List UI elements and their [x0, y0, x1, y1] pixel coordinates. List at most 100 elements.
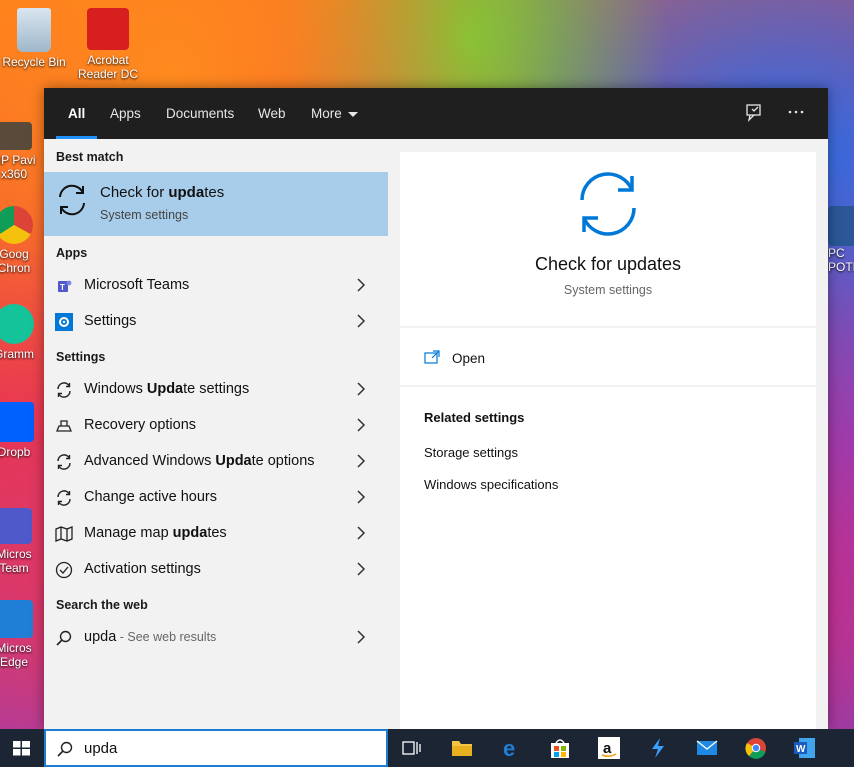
chevron-right-icon[interactable]: [356, 314, 366, 328]
section-apps: Apps: [56, 246, 88, 260]
tab-apps[interactable]: Apps: [110, 88, 141, 139]
result-activation-settings[interactable]: Activation settings: [44, 552, 388, 588]
label-part: Windows: [84, 381, 147, 397]
sync-icon: [55, 381, 73, 399]
result-manage-map-updates[interactable]: Manage map updates: [44, 516, 388, 552]
web-query: upda: [84, 629, 117, 645]
result-change-active-hours[interactable]: Change active hours: [44, 480, 388, 516]
result-windows-update-settings[interactable]: Windows Update settings: [44, 372, 388, 408]
dropbox-icon: [0, 402, 34, 442]
search-input[interactable]: [84, 736, 374, 760]
label-part: Change active hours: [84, 489, 217, 505]
search-flyout: All Apps Documents Web More Best match C…: [44, 88, 828, 729]
label-part: Recovery options: [84, 417, 197, 433]
amazon-icon[interactable]: a: [597, 736, 621, 760]
chevron-right-icon[interactable]: [356, 278, 366, 292]
feedback-icon[interactable]: [742, 102, 766, 126]
desktop-icon-label: Dropb: [0, 445, 31, 459]
chevron-right-icon[interactable]: [356, 630, 366, 644]
result-label: Settings: [84, 313, 137, 329]
taskbar-search-box[interactable]: [44, 729, 388, 767]
results-pane: Best match Check for updates System sett…: [44, 139, 388, 729]
desktop-icon-label: Acrobat Reader DC: [77, 53, 139, 81]
grammarly-icon: [0, 304, 34, 344]
result-microsoft-teams[interactable]: T Microsoft Teams: [44, 268, 388, 304]
label-part: te options: [251, 453, 315, 469]
sync-icon: [55, 453, 73, 471]
best-match-result[interactable]: Check for updates System settings: [44, 172, 388, 236]
result-label: Microsoft Teams: [84, 277, 190, 293]
more-options-icon[interactable]: [784, 102, 808, 126]
file-explorer-icon[interactable]: [450, 736, 474, 760]
result-label: Change active hours: [84, 489, 217, 505]
result-label: Windows Update settings: [84, 381, 249, 397]
preview-pane: Check for updates System settings Open R…: [400, 152, 816, 729]
desktop-icon-label: Goog Chron: [0, 247, 31, 275]
preview-subtitle: System settings: [563, 283, 653, 297]
desktop-icon-label: Recycle Bin: [2, 55, 66, 69]
tab-more[interactable]: More: [311, 88, 358, 139]
desktop-icon-word-doc[interactable]: PC POTRI: [828, 206, 854, 274]
chrome-icon[interactable]: [744, 736, 768, 760]
desktop-icon-chrome[interactable]: Goog Chron: [0, 206, 44, 275]
title-match: upda: [168, 184, 205, 201]
store-icon[interactable]: [548, 736, 572, 760]
section-settings: Settings: [56, 350, 106, 364]
label-part: Advanced Windows: [84, 453, 216, 469]
edge-icon[interactable]: e: [500, 736, 524, 761]
result-advanced-windows-update-options[interactable]: Advanced Windows Update options: [44, 444, 388, 480]
desktop-icon-grammarly[interactable]: Gramm: [0, 304, 44, 361]
app-icon[interactable]: [646, 736, 670, 760]
tab-web[interactable]: Web: [258, 88, 286, 139]
recovery-icon: [55, 417, 73, 435]
desktop-icon-acrobat[interactable]: Acrobat Reader DC: [70, 8, 146, 81]
tab-more-label: More: [311, 106, 342, 121]
title-part: Check for: [100, 184, 169, 201]
check-circle-icon: [55, 561, 73, 579]
result-settings-app[interactable]: Settings: [44, 304, 388, 340]
search-tab-bar: All Apps Documents Web More: [44, 88, 828, 139]
section-search-the-web: Search the web: [56, 598, 148, 612]
windows-logo-icon: [13, 741, 30, 756]
result-label: Activation settings: [84, 561, 201, 577]
tab-all[interactable]: All: [55, 88, 98, 139]
result-web-search[interactable]: upda - See web results: [44, 620, 388, 656]
open-icon: [424, 350, 440, 364]
task-view-icon[interactable]: [399, 736, 423, 760]
desktop-icon-label: Micros Team: [0, 547, 32, 575]
related-link-storage-settings[interactable]: Storage settings: [424, 445, 518, 460]
result-recovery-options[interactable]: Recovery options: [44, 408, 388, 444]
desktop-icon-teams[interactable]: Micros Team: [0, 508, 44, 575]
start-button[interactable]: [0, 729, 44, 767]
chevron-right-icon[interactable]: [356, 454, 366, 468]
chevron-right-icon[interactable]: [356, 382, 366, 396]
label-part: Activation settings: [84, 561, 201, 577]
best-match-subtitle: System settings: [100, 208, 189, 222]
mail-icon[interactable]: [695, 736, 719, 760]
settings-gear-icon: [55, 313, 73, 331]
word-doc-icon: [828, 206, 854, 246]
sync-icon: [574, 170, 642, 238]
acrobat-icon: [87, 8, 129, 50]
chevron-down-icon: [347, 111, 358, 117]
related-link-windows-specifications[interactable]: Windows specifications: [424, 477, 558, 492]
teams-icon: T: [55, 277, 73, 295]
desktop-icon-label: Micros Edge: [0, 641, 32, 669]
chevron-right-icon[interactable]: [356, 418, 366, 432]
chevron-right-icon[interactable]: [356, 490, 366, 504]
desktop-icon-recycle-bin[interactable]: Recycle Bin: [0, 8, 72, 69]
chevron-right-icon[interactable]: [356, 562, 366, 576]
desktop-icon-dropbox[interactable]: Dropb: [0, 402, 44, 459]
desktop-icon-hp[interactable]: HP Pavi x360: [0, 122, 44, 181]
desktop-icon-label: HP Pavi x360: [0, 153, 36, 181]
teams-icon: [0, 508, 32, 544]
recycle-bin-icon: [17, 8, 51, 52]
label-part: Manage map: [84, 525, 173, 541]
desktop-icon-edge[interactable]: Micros Edge: [0, 600, 44, 669]
tab-documents[interactable]: Documents: [166, 88, 234, 139]
desktop-icon-label: PC POTRI: [828, 246, 854, 274]
word-icon[interactable]: W: [793, 736, 817, 760]
chrome-icon: [0, 206, 33, 244]
chevron-right-icon[interactable]: [356, 526, 366, 540]
sync-icon: [54, 182, 90, 218]
